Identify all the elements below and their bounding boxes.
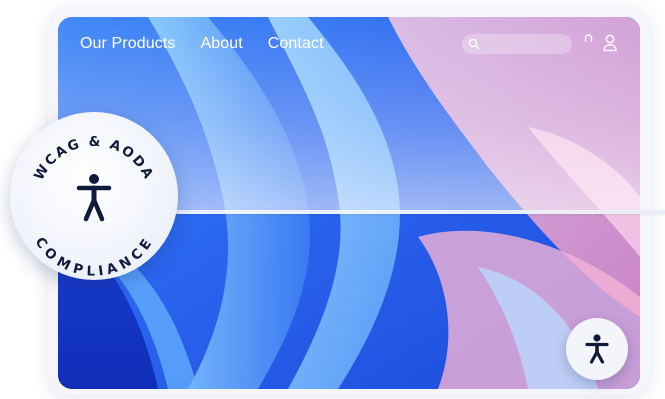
accessibility-icon: [76, 174, 112, 222]
nav-about[interactable]: About: [200, 35, 242, 53]
main-nav: Our Products About Contact: [80, 33, 324, 55]
nav-contact[interactable]: Contact: [268, 35, 324, 53]
accessibility-icon: [585, 334, 609, 364]
section-divider: [175, 210, 665, 214]
user-icon[interactable]: [602, 34, 618, 52]
accessibility-button[interactable]: [566, 318, 628, 380]
search-input[interactable]: [462, 34, 572, 54]
nav-our-products[interactable]: Our Products: [80, 35, 175, 53]
arc-icon[interactable]: [584, 33, 593, 43]
search-icon: [468, 38, 480, 50]
badge-bottom-text: COMPLIANCE: [32, 234, 157, 279]
compliance-badge: WCAG & AODA COMPLIANCE: [10, 112, 178, 280]
